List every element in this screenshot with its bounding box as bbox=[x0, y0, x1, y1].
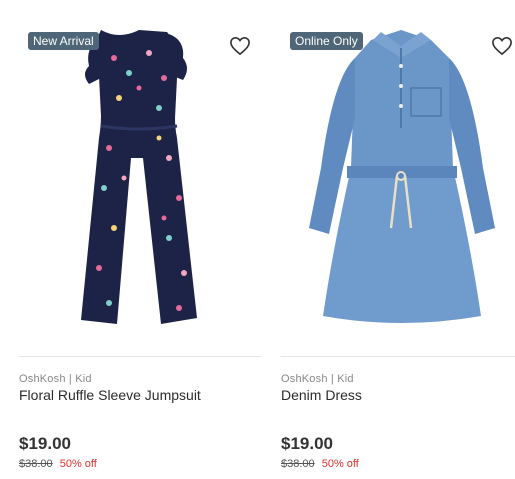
product-brand: OshKosh | Kid bbox=[19, 373, 92, 385]
new-arrival-badge: New Arrival bbox=[28, 32, 99, 50]
product-card[interactable]: New Arrival OshKosh | Kid Floral Ruffle … bbox=[19, 0, 261, 479]
product-image[interactable]: New Arrival bbox=[19, 18, 261, 334]
online-only-badge: Online Only bbox=[290, 32, 363, 50]
sale-price: $19.00 bbox=[19, 434, 71, 453]
discount-label: 50% off bbox=[321, 458, 359, 470]
sale-price: $19.00 bbox=[281, 434, 333, 453]
heart-icon[interactable] bbox=[229, 36, 251, 56]
discount-label: 50% off bbox=[59, 458, 97, 470]
original-price: $38.00 bbox=[19, 458, 53, 470]
original-price: $38.00 bbox=[281, 458, 315, 470]
product-brand: OshKosh | Kid bbox=[281, 373, 354, 385]
price-compare: $38.00 50% off bbox=[281, 458, 359, 470]
product-image[interactable]: Online Only bbox=[281, 18, 515, 334]
dress-image bbox=[309, 30, 495, 323]
divider bbox=[19, 356, 261, 357]
product-name-link[interactable]: Floral Ruffle Sleeve Jumpsuit bbox=[19, 387, 201, 403]
jumpsuit-image bbox=[81, 30, 197, 324]
price-compare: $38.00 50% off bbox=[19, 458, 97, 470]
divider bbox=[281, 356, 515, 357]
heart-icon[interactable] bbox=[491, 36, 513, 56]
product-card[interactable]: Online Only OshKosh | Kid Denim Dress $1… bbox=[281, 0, 515, 479]
product-name-link[interactable]: Denim Dress bbox=[281, 387, 362, 403]
